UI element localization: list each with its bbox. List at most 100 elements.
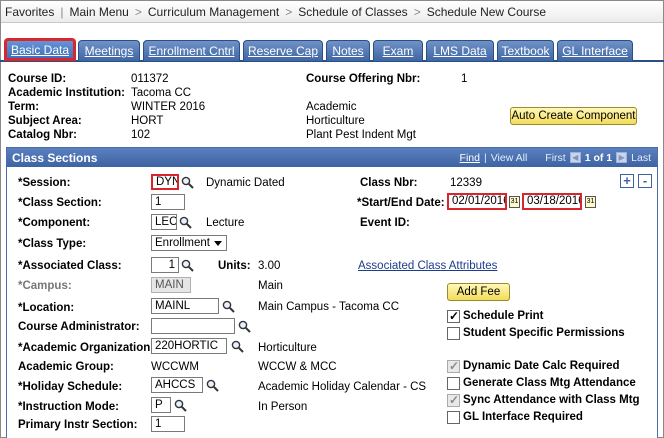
breadcrumb-separator: >: [285, 4, 293, 19]
generate-class-mtg-attendance-checkbox[interactable]: [447, 377, 460, 390]
institution-value: Tacoma CC: [131, 87, 192, 99]
tab-gl-interface[interactable]: GL Interface: [557, 40, 633, 61]
catalog-label: Catalog Nbr:: [8, 129, 77, 141]
campus-label: *Campus:: [18, 280, 72, 292]
first-label[interactable]: First: [545, 152, 565, 164]
add-fee-button[interactable]: Add Fee: [447, 283, 510, 301]
institution-label: Academic Institution:: [8, 87, 125, 99]
breadcrumb-separator: >: [413, 4, 421, 19]
nav-separator: |: [483, 151, 487, 164]
catalog-description: Plant Pest Indent Mgt: [306, 129, 416, 141]
subject-description: Horticulture: [306, 115, 365, 127]
tab-exam[interactable]: Exam: [373, 40, 423, 61]
tab-textbook[interactable]: Textbook: [497, 40, 554, 61]
schedule-print-checkbox[interactable]: [447, 309, 460, 323]
class-sections-nav: Find | View All First ◀ 1 of 1 ▶ Last: [460, 148, 651, 167]
class-type-select[interactable]: Enrollment: [151, 235, 227, 251]
page-tabs: Basic Data Meetings Enrollment Cntrl Res…: [0, 38, 664, 62]
tab-meetings[interactable]: Meetings: [78, 40, 140, 61]
course-administrator-field[interactable]: [151, 318, 235, 334]
tab-reserve-cap[interactable]: Reserve Cap: [243, 40, 323, 61]
academic-organization-description: Horticulture: [258, 342, 317, 354]
tab-lms-data[interactable]: LMS Data: [426, 40, 494, 61]
session-label: *Session:: [18, 177, 71, 189]
academic-group-label: Academic Group:: [18, 361, 114, 373]
holiday-schedule-label: *Holiday Schedule:: [18, 381, 123, 393]
class-nbr-label: Class Nbr:: [360, 177, 418, 189]
associated-class-field[interactable]: 1: [151, 257, 179, 273]
instruction-mode-field[interactable]: P: [151, 397, 171, 413]
session-lookup-icon[interactable]: [181, 176, 194, 189]
student-specific-permissions-checkbox[interactable]: [447, 327, 460, 340]
associated-class-label: *Associated Class:: [18, 260, 122, 272]
breadcrumb-separator: >: [134, 4, 142, 19]
component-label: *Component:: [18, 217, 91, 229]
course-administrator-label: Course Administrator:: [18, 321, 140, 333]
breadcrumb-curriculum-management[interactable]: Curriculum Management: [148, 5, 279, 19]
primary-instr-section-field[interactable]: 1: [151, 416, 185, 432]
previous-arrow-icon[interactable]: ◀: [569, 152, 581, 163]
course-id-value: 011372: [131, 73, 169, 85]
campus-description: Main: [258, 280, 283, 292]
end-date-calendar-icon[interactable]: 31: [585, 196, 596, 208]
academic-group-description: WCCW & MCC: [258, 361, 337, 373]
tab-enrollment-cntrl[interactable]: Enrollment Cntrl: [143, 40, 240, 61]
breadcrumb-favorites[interactable]: Favorites: [5, 5, 54, 19]
next-arrow-icon[interactable]: ▶: [616, 152, 628, 163]
component-field[interactable]: LEC: [151, 214, 177, 230]
holiday-schedule-description: Academic Holiday Calendar - CS: [258, 381, 427, 393]
session-field[interactable]: DYN: [151, 174, 179, 190]
instruction-mode-label: *Instruction Mode:: [18, 401, 119, 413]
event-id-label: Event ID:: [360, 217, 410, 229]
row-range: 1 of 1: [584, 151, 613, 164]
start-date-field[interactable]: 02/01/2016: [447, 193, 507, 210]
class-type-label: *Class Type:: [18, 238, 87, 250]
subject-value: HORT: [131, 115, 164, 127]
breadcrumb-schedule-new-course[interactable]: Schedule New Course: [427, 5, 546, 19]
course-id-label: Course ID:: [8, 73, 67, 85]
last-label[interactable]: Last: [631, 152, 651, 164]
dynamic-date-calc-checkbox[interactable]: [447, 359, 460, 373]
units-label: Units:: [218, 260, 251, 272]
associated-class-attributes-link[interactable]: Associated Class Attributes: [358, 260, 497, 272]
start-end-date-label: *Start/End Date:: [357, 197, 445, 209]
dynamic-date-calc-label: Dynamic Date Calc Required: [463, 360, 620, 372]
delete-row-button[interactable]: -: [638, 174, 652, 188]
units-value: 3.00: [258, 260, 281, 272]
sync-attendance-checkbox[interactable]: [447, 393, 460, 407]
academic-organization-field[interactable]: 220HORTIC: [151, 338, 227, 354]
find-link[interactable]: Find: [460, 152, 480, 164]
location-lookup-icon[interactable]: [222, 300, 235, 313]
gl-interface-required-label: GL Interface Required: [463, 411, 583, 423]
breadcrumb-schedule-of-classes[interactable]: Schedule of Classes: [298, 5, 407, 19]
holiday-schedule-lookup-icon[interactable]: [206, 379, 219, 392]
holiday-schedule-field[interactable]: AHCCS: [151, 377, 203, 393]
catalog-value: 102: [131, 129, 151, 141]
location-field[interactable]: MAINL: [151, 298, 219, 314]
course-offering-label: Course Offering Nbr:: [306, 73, 421, 85]
associated-class-lookup-icon[interactable]: [181, 259, 194, 272]
breadcrumb: Favorites | Main Menu > Curriculum Manag…: [1, 1, 663, 23]
class-sections-title: Class Sections: [12, 150, 98, 165]
instruction-mode-description: In Person: [258, 401, 308, 413]
auto-create-component-button[interactable]: Auto Create Component: [510, 107, 637, 125]
end-date-field[interactable]: 03/18/2016: [522, 193, 582, 210]
course-administrator-lookup-icon[interactable]: [238, 320, 251, 333]
subject-label: Subject Area:: [8, 115, 82, 127]
academic-organization-lookup-icon[interactable]: [231, 340, 244, 353]
breadcrumb-main-menu[interactable]: Main Menu: [69, 5, 128, 19]
component-lookup-icon[interactable]: [179, 216, 192, 229]
view-all-link[interactable]: View All: [491, 152, 528, 164]
instruction-mode-lookup-icon[interactable]: [174, 399, 187, 412]
tab-notes[interactable]: Notes: [326, 40, 370, 61]
add-row-button[interactable]: +: [620, 174, 634, 188]
tab-basic-data[interactable]: Basic Data: [4, 38, 76, 61]
chevron-down-icon: [214, 241, 222, 246]
gl-interface-required-checkbox[interactable]: [447, 411, 460, 424]
schedule-print-label: Schedule Print: [463, 310, 544, 322]
session-description: Dynamic Dated: [206, 177, 285, 189]
start-date-calendar-icon[interactable]: 31: [509, 196, 520, 208]
academic-group-value: WCCWM: [151, 361, 199, 373]
term-label: Term:: [8, 101, 40, 113]
class-section-field[interactable]: 1: [151, 194, 185, 210]
